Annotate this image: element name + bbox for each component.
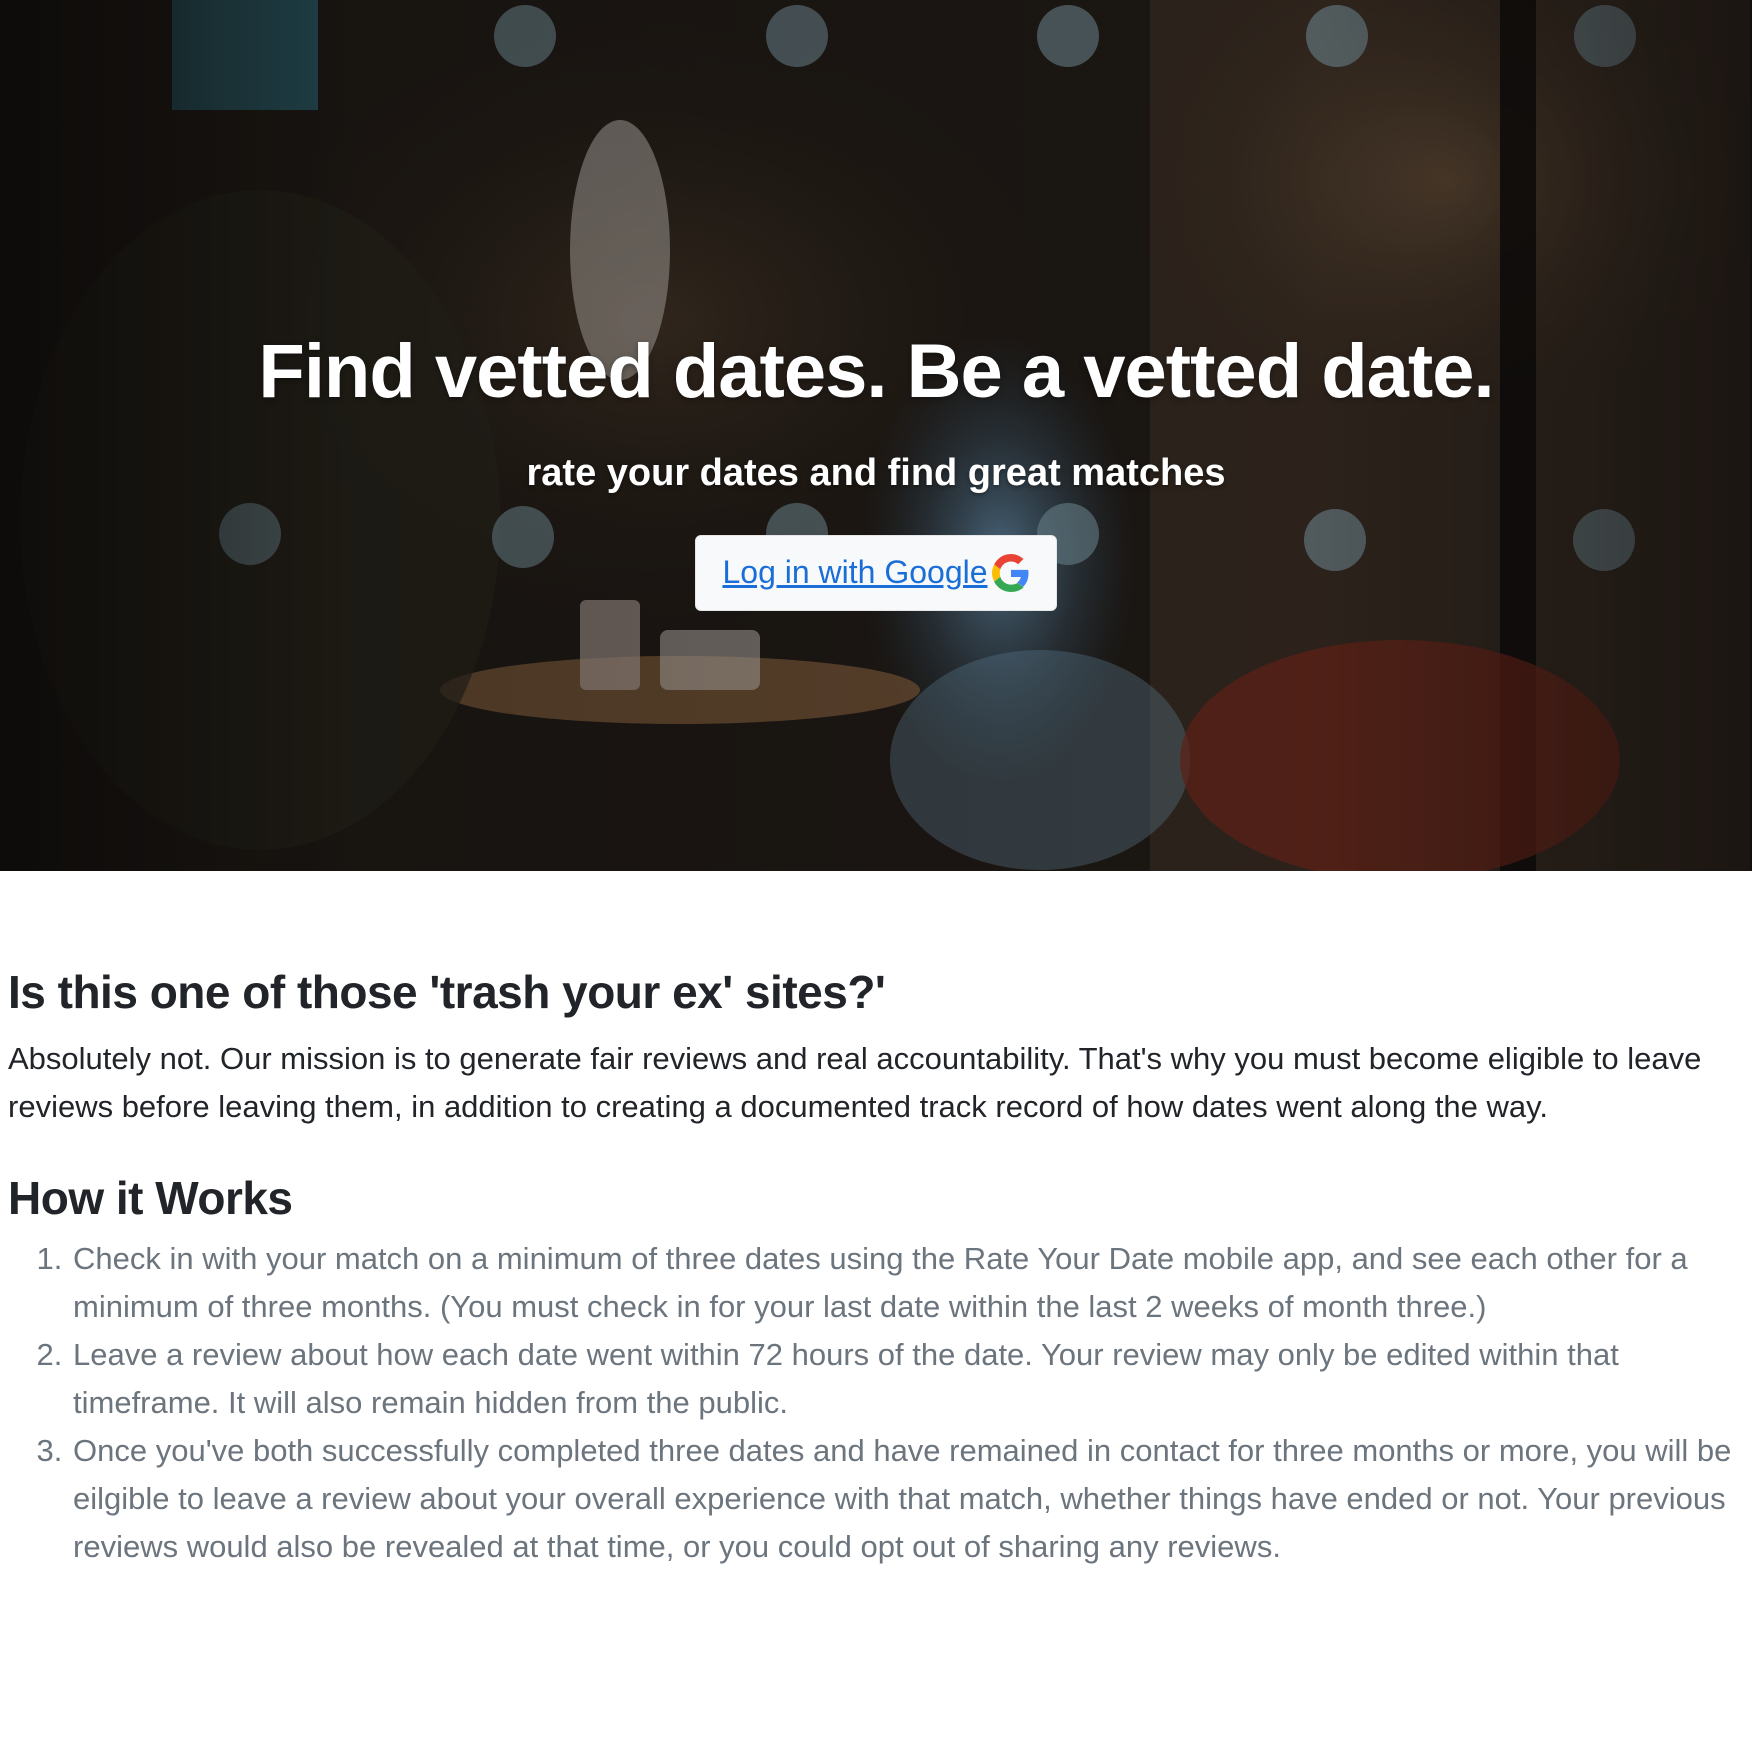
- hero-subtitle: rate your dates and find great matches: [526, 451, 1226, 494]
- main-content: Is this one of those 'trash your ex' sit…: [0, 871, 1752, 1571]
- step-item: Once you've both successfully completed …: [71, 1427, 1744, 1571]
- hero-content: Find vetted dates. Be a vetted date. rat…: [0, 330, 1752, 611]
- faq-section: Is this one of those 'trash your ex' sit…: [8, 965, 1744, 1131]
- faq-heading: Is this one of those 'trash your ex' sit…: [8, 966, 886, 1018]
- how-it-works-heading: How it Works: [8, 1172, 293, 1224]
- google-icon: [991, 553, 1029, 592]
- step-item: Check in with your match on a minimum of…: [71, 1235, 1744, 1331]
- google-login-button[interactable]: Log in with Google: [695, 534, 1057, 611]
- hero-title: Find vetted dates. Be a vetted date.: [258, 329, 1494, 414]
- how-it-works-section: How it Works Check in with your match on…: [8, 1171, 1744, 1571]
- how-it-works-steps: Check in with your match on a minimum of…: [8, 1235, 1744, 1571]
- step-item: Leave a review about how each date went …: [71, 1331, 1744, 1427]
- hero-section: Find vetted dates. Be a vetted date. rat…: [0, 0, 1752, 871]
- google-login-label: Log in with Google: [722, 554, 988, 591]
- faq-answer: Absolutely not. Our mission is to genera…: [8, 1041, 1702, 1124]
